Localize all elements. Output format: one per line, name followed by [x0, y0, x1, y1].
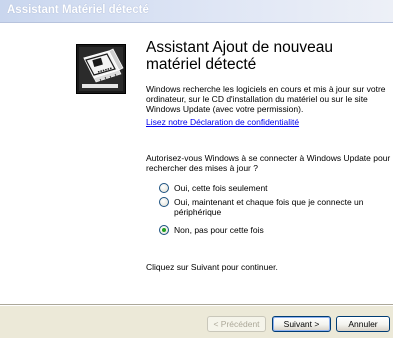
title-bar[interactable]: Assistant Matériel détecté	[0, 0, 393, 23]
radio-label: Non, pas pour cette fois	[174, 225, 264, 235]
update-question: Autorisez-vous Windows à se connecter à …	[146, 153, 391, 173]
hardware-card-icon	[76, 44, 126, 94]
wizard-heading: Assistant Ajout de nouveau matériel déte…	[146, 39, 333, 73]
next-button[interactable]: Suivant >	[272, 316, 331, 332]
radio-label: Oui, cette fois seulement	[174, 183, 268, 193]
radio-button[interactable]	[159, 197, 169, 207]
wizard-content: Assistant Ajout de nouveau matériel déte…	[0, 23, 393, 304]
intro-text: Windows recherche les logiciels en cours…	[146, 84, 386, 114]
radio-button[interactable]	[159, 183, 169, 193]
wizard-window: Assistant Matériel détecté Assistant Ajo…	[0, 0, 393, 338]
continue-text: Cliquez sur Suivant pour continuer.	[146, 262, 278, 272]
divider	[0, 304, 393, 306]
radio-button-selected[interactable]	[159, 225, 169, 235]
window-title: Assistant Matériel détecté	[7, 4, 149, 16]
back-button[interactable]: < Précédent	[207, 316, 266, 332]
cancel-button[interactable]: Annuler	[336, 316, 390, 332]
radio-label: Oui, maintenant et chaque fois que je co…	[174, 197, 364, 217]
privacy-link[interactable]: Lisez notre Déclaration de confidentiali…	[146, 117, 299, 127]
